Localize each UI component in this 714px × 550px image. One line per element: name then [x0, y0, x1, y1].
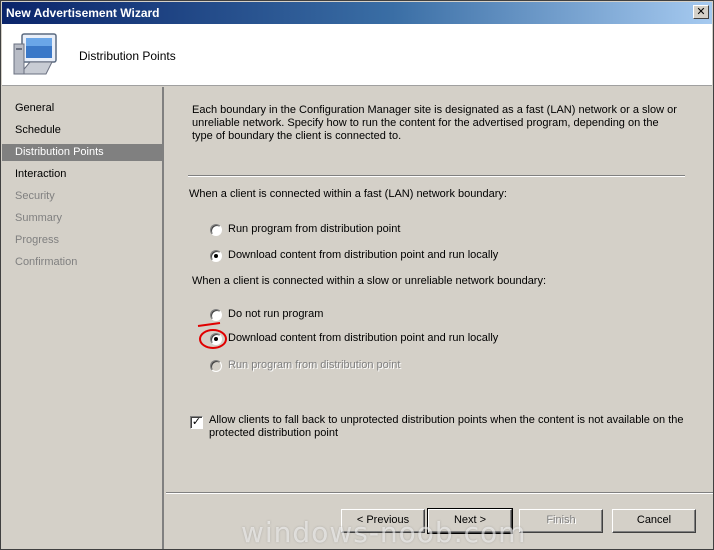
window-title: New Advertisement Wizard — [6, 6, 160, 20]
wizard-header: Distribution Points — [2, 24, 712, 86]
content-separator — [188, 175, 685, 177]
fallback-checkbox-row[interactable]: ✓ Allow clients to fall back to unprotec… — [190, 414, 690, 444]
wizard-nav: General Schedule Distribution Points Int… — [2, 87, 164, 549]
cancel-button[interactable]: Cancel — [612, 509, 696, 533]
page-title: Distribution Points — [79, 49, 176, 63]
close-button[interactable]: ✕ — [693, 5, 709, 19]
nav-item-confirmation: Confirmation — [15, 256, 78, 268]
wizard-content: Each boundary in the Configuration Manag… — [166, 87, 713, 492]
radio-label: Download content from distribution point… — [228, 332, 499, 344]
nav-item-interaction[interactable]: Interaction — [2, 166, 163, 183]
radio-label: Download content from distribution point… — [228, 249, 499, 261]
red-circle-annotation — [197, 322, 227, 349]
nav-item-security: Security — [15, 190, 55, 202]
fallback-checkbox-label: Allow clients to fall back to unprotecte… — [209, 414, 684, 439]
nav-item-schedule[interactable]: Schedule — [2, 122, 163, 139]
nav-item-summary: Summary — [15, 212, 63, 224]
wizard-window: New Advertisement Wizard ✕ Distribution … — [0, 0, 714, 550]
nav-item-distribution-points[interactable]: Distribution Points — [2, 144, 163, 161]
slow-network-label: When a client is connected within a slow… — [192, 275, 547, 287]
radio-label: Run program from distribution point — [228, 359, 401, 371]
close-icon: ✕ — [696, 6, 706, 18]
radio-button[interactable] — [210, 250, 222, 262]
fallback-checkbox[interactable]: ✓ — [190, 416, 203, 429]
title-bar[interactable]: New Advertisement Wizard ✕ — [2, 2, 712, 24]
computer-icon — [13, 33, 57, 75]
radio-label: Do not run program — [228, 308, 324, 320]
description-text: Each boundary in the Configuration Manag… — [192, 104, 677, 142]
radio-button — [210, 360, 222, 372]
radio-label: Run program from distribution point — [228, 223, 401, 235]
nav-item-general[interactable]: General — [2, 100, 163, 117]
watermark-text: windows-noob.com — [241, 516, 527, 549]
radio-button[interactable] — [210, 224, 222, 236]
finish-button: Finish — [519, 509, 603, 533]
nav-item-progress: Progress — [15, 234, 60, 246]
fast-network-label: When a client is connected within a fast… — [189, 188, 507, 200]
button-separator — [166, 492, 713, 494]
